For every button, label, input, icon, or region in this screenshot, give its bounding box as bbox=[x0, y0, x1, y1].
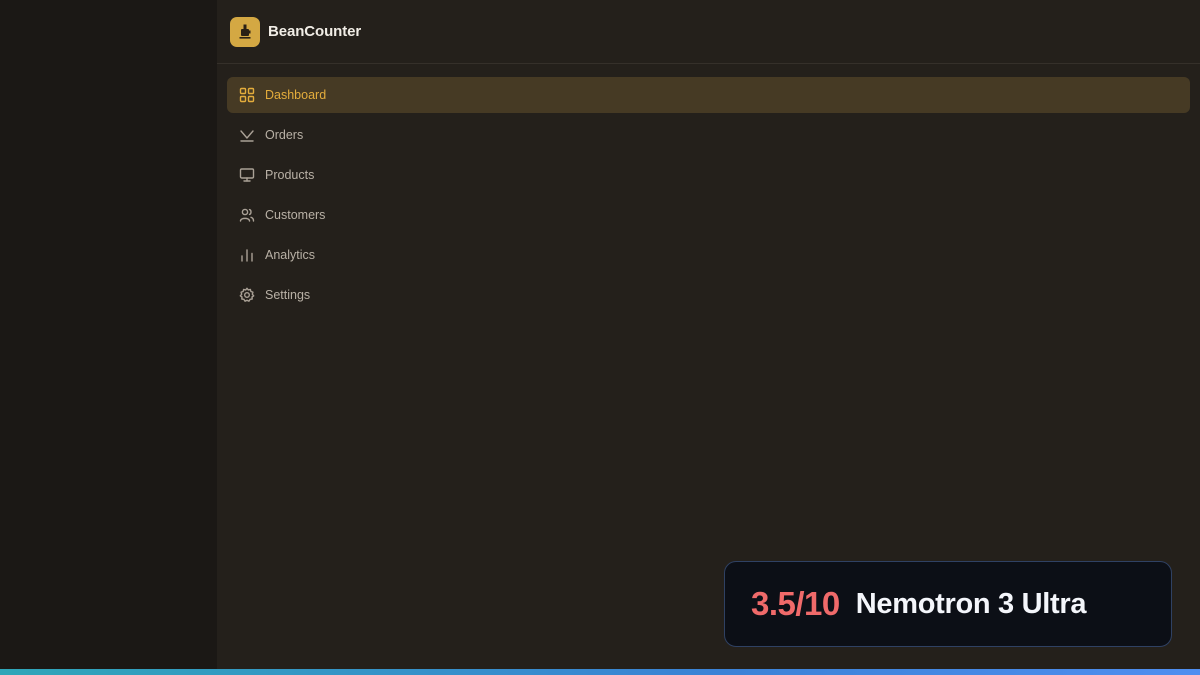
sidebar-item-label: Customers bbox=[265, 208, 326, 222]
sidebar-item-products[interactable]: Products bbox=[227, 157, 1190, 193]
monitor-icon bbox=[238, 167, 255, 184]
sidebar-nav: Dashboard Orders Products Customers Anal… bbox=[217, 64, 1200, 313]
brand-header[interactable]: BeanCounter bbox=[217, 0, 1200, 64]
bar-chart-icon bbox=[238, 247, 255, 264]
sidebar-item-dashboard[interactable]: Dashboard bbox=[227, 77, 1190, 113]
sidebar-item-label: Dashboard bbox=[265, 88, 327, 102]
sidebar-item-customers[interactable]: Customers bbox=[227, 197, 1190, 233]
left-empty-panel bbox=[0, 0, 217, 669]
model-name: Nemotron 3 Ultra bbox=[855, 587, 1087, 620]
sidebar-item-label: Orders bbox=[265, 128, 304, 142]
score-value: 3.5/10 bbox=[751, 585, 840, 622]
users-icon bbox=[238, 207, 255, 224]
gear-icon bbox=[238, 287, 255, 304]
sidebar-item-settings[interactable]: Settings bbox=[227, 277, 1190, 313]
sidebar-item-analytics[interactable]: Analytics bbox=[227, 237, 1190, 273]
sidebar-item-label: Analytics bbox=[265, 248, 316, 262]
grid-icon bbox=[238, 87, 255, 104]
coffee-press-icon bbox=[230, 16, 260, 47]
score-card: 3.5/10 Nemotron 3 Ultra bbox=[724, 561, 1172, 647]
sidebar-item-orders[interactable]: Orders bbox=[227, 117, 1190, 153]
download-icon bbox=[238, 127, 255, 144]
bottom-accent-bar bbox=[0, 669, 1200, 675]
sidebar-item-label: Settings bbox=[265, 288, 311, 302]
sidebar-item-label: Products bbox=[265, 168, 315, 182]
app-name: BeanCounter bbox=[268, 23, 362, 40]
